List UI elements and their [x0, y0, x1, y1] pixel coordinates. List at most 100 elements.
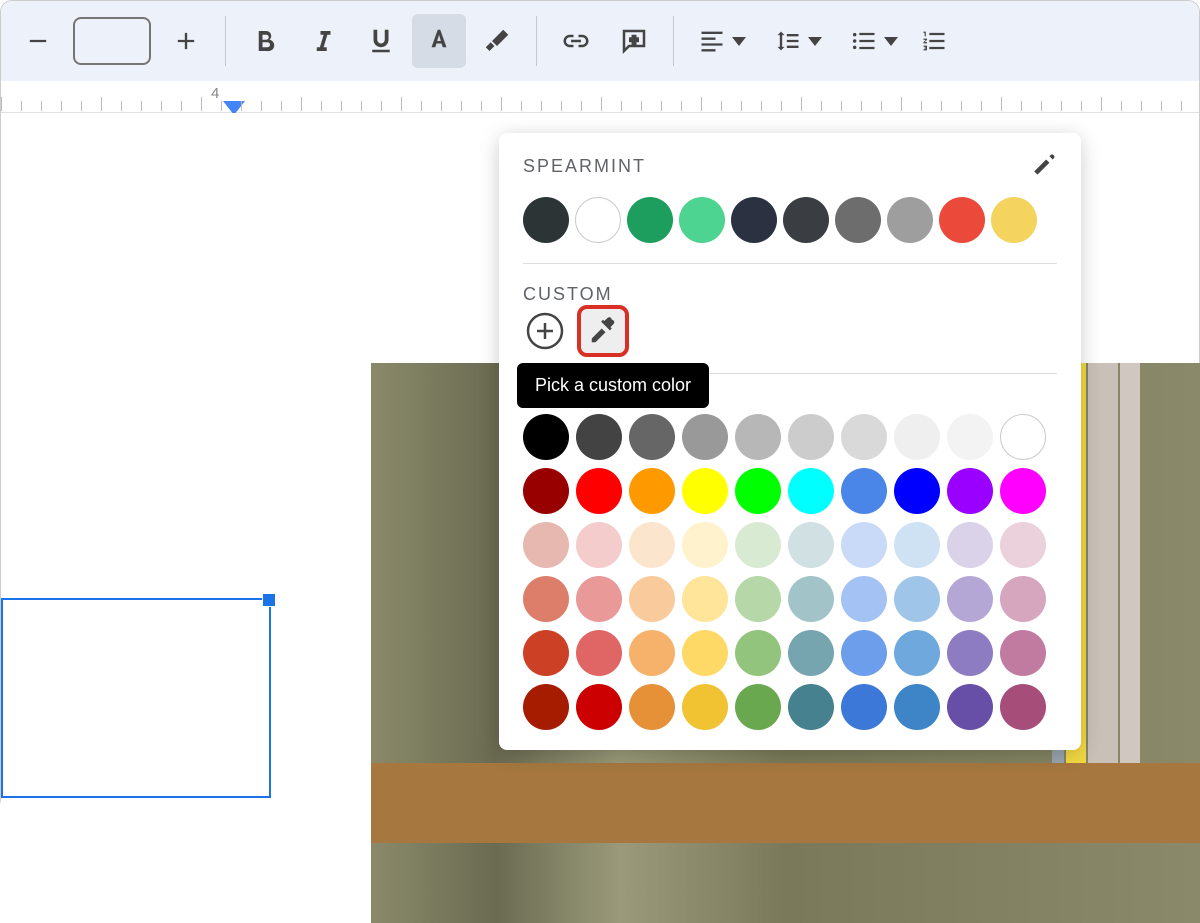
color-swatch[interactable] [1000, 468, 1046, 514]
color-swatch[interactable] [682, 522, 728, 568]
toolbar-divider [225, 16, 226, 66]
color-swatch[interactable] [947, 522, 993, 568]
color-swatch[interactable] [576, 522, 622, 568]
color-swatch[interactable] [735, 576, 781, 622]
color-swatch[interactable] [841, 522, 887, 568]
underline-button[interactable] [354, 14, 408, 68]
color-swatch[interactable] [523, 468, 569, 514]
color-swatch[interactable] [894, 684, 940, 730]
document-canvas: SPEARMINT CUSTOM Pick a custom color [1, 113, 1199, 813]
color-swatch[interactable] [947, 630, 993, 676]
color-swatch[interactable] [576, 630, 622, 676]
color-swatch[interactable] [523, 684, 569, 730]
color-swatch[interactable] [576, 414, 622, 460]
color-swatch[interactable] [894, 414, 940, 460]
color-swatch[interactable] [1000, 522, 1046, 568]
color-swatch[interactable] [575, 197, 621, 243]
color-swatch[interactable] [629, 414, 675, 460]
color-swatch[interactable] [1000, 414, 1046, 460]
color-swatch[interactable] [576, 468, 622, 514]
color-swatch[interactable] [887, 197, 933, 243]
color-swatch[interactable] [629, 522, 675, 568]
align-button[interactable] [686, 14, 758, 68]
color-swatch[interactable] [576, 576, 622, 622]
toolbar-divider [673, 16, 674, 66]
color-swatch[interactable] [841, 684, 887, 730]
color-swatch[interactable] [735, 414, 781, 460]
color-swatch[interactable] [523, 630, 569, 676]
color-swatch[interactable] [1000, 684, 1046, 730]
eyedropper-button[interactable] [577, 305, 629, 357]
color-swatch[interactable] [576, 684, 622, 730]
color-swatch[interactable] [682, 684, 728, 730]
color-swatch[interactable] [788, 522, 834, 568]
edit-theme-button[interactable] [1031, 153, 1057, 179]
color-swatch[interactable] [1000, 576, 1046, 622]
dropdown-caret-icon [884, 37, 898, 46]
highlight-color-button[interactable] [470, 14, 524, 68]
zoom-input[interactable] [73, 17, 151, 65]
color-swatch[interactable] [894, 630, 940, 676]
numbered-list-button[interactable] [914, 14, 954, 68]
color-swatch[interactable] [682, 630, 728, 676]
color-swatch[interactable] [627, 197, 673, 243]
color-swatch[interactable] [894, 468, 940, 514]
color-swatch[interactable] [841, 414, 887, 460]
color-swatch[interactable] [841, 468, 887, 514]
color-swatch[interactable] [835, 197, 881, 243]
color-swatch[interactable] [523, 197, 569, 243]
color-swatch[interactable] [629, 576, 675, 622]
color-swatch[interactable] [731, 197, 777, 243]
color-swatch[interactable] [523, 522, 569, 568]
color-swatch[interactable] [735, 684, 781, 730]
color-swatch[interactable] [735, 522, 781, 568]
bold-button[interactable] [238, 14, 292, 68]
color-swatch[interactable] [679, 197, 725, 243]
color-swatch[interactable] [783, 197, 829, 243]
add-comment-button[interactable] [607, 14, 661, 68]
color-picker-panel: SPEARMINT CUSTOM Pick a custom color [499, 133, 1081, 750]
color-swatch[interactable] [629, 630, 675, 676]
color-swatch[interactable] [682, 468, 728, 514]
color-swatch[interactable] [735, 468, 781, 514]
color-swatch[interactable] [894, 576, 940, 622]
color-swatch[interactable] [939, 197, 985, 243]
selected-element-outline[interactable] [1, 598, 271, 798]
zoom-out-button[interactable] [11, 14, 65, 68]
italic-button[interactable] [296, 14, 350, 68]
color-swatch[interactable] [735, 630, 781, 676]
color-swatch[interactable] [947, 576, 993, 622]
insert-link-button[interactable] [549, 14, 603, 68]
color-swatch[interactable] [947, 414, 993, 460]
color-swatch[interactable] [788, 414, 834, 460]
color-swatch[interactable] [523, 414, 569, 460]
line-spacing-button[interactable] [762, 14, 834, 68]
color-swatch[interactable] [788, 684, 834, 730]
toolbar-divider [536, 16, 537, 66]
resize-handle[interactable] [262, 593, 276, 607]
color-swatch[interactable] [991, 197, 1037, 243]
zoom-in-button[interactable] [159, 14, 213, 68]
color-swatch[interactable] [947, 684, 993, 730]
color-swatch[interactable] [788, 468, 834, 514]
color-swatch[interactable] [841, 576, 887, 622]
standard-color-grid [523, 414, 1057, 730]
eyedropper-tooltip: Pick a custom color [517, 363, 709, 408]
bulleted-list-button[interactable] [838, 14, 910, 68]
color-swatch[interactable] [1000, 630, 1046, 676]
color-swatch[interactable] [788, 576, 834, 622]
color-swatch[interactable] [523, 576, 569, 622]
formatting-toolbar [1, 1, 1199, 81]
color-swatch[interactable] [841, 630, 887, 676]
color-swatch[interactable] [894, 522, 940, 568]
color-swatch[interactable] [682, 576, 728, 622]
dropdown-caret-icon [732, 37, 746, 46]
color-swatch[interactable] [788, 630, 834, 676]
add-custom-color-button[interactable] [523, 309, 567, 353]
color-swatch[interactable] [947, 468, 993, 514]
color-swatch[interactable] [629, 468, 675, 514]
dropdown-caret-icon [808, 37, 822, 46]
text-color-button[interactable] [412, 14, 466, 68]
color-swatch[interactable] [629, 684, 675, 730]
color-swatch[interactable] [682, 414, 728, 460]
